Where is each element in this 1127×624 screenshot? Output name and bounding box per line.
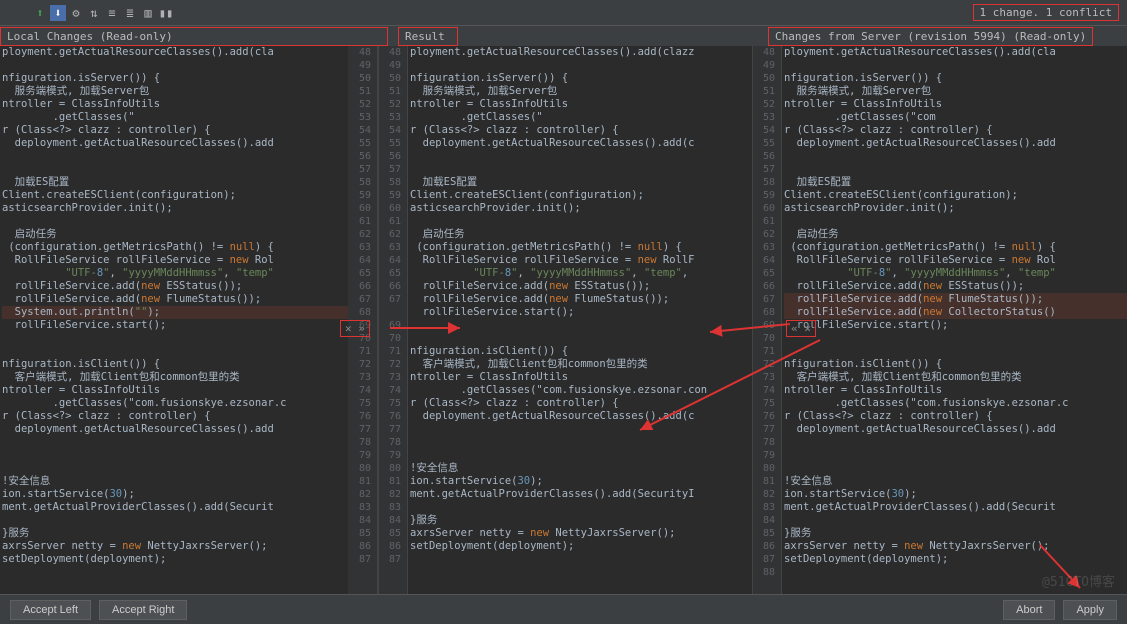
whitespace-icon[interactable]: ▥ xyxy=(140,5,156,21)
left-code[interactable]: ployment.getActualResourceClasses().add(… xyxy=(0,46,348,594)
prev-diff-icon[interactable]: ⬆ xyxy=(32,5,48,21)
watermark: @51CTO博客 xyxy=(1042,571,1115,590)
result-code[interactable]: ployment.getActualResourceClasses().add(… xyxy=(408,46,752,594)
accept-right-button[interactable]: Accept Right xyxy=(99,600,187,620)
right-gutter: 48 49 50 51 52 53 54 55 56 57 58 59 60 6… xyxy=(752,46,782,594)
change-count-badge: 1 change. 1 conflict xyxy=(973,4,1119,21)
diff-body: ployment.getActualResourceClasses().add(… xyxy=(0,46,1127,594)
result-pane: 48 49 50 51 52 53 54 55 56 57 58 59 60 6… xyxy=(378,46,752,594)
server-title: Changes from Server (revision 5994) (Rea… xyxy=(768,27,1093,46)
local-title: Local Changes (Read-only) xyxy=(0,27,388,46)
bottom-bar: Accept Left Accept Right Abort Apply xyxy=(0,594,1127,624)
merge-control-left[interactable]: ✕ » xyxy=(340,320,370,337)
pane-titles: Local Changes (Read-only) Result Changes… xyxy=(0,26,1127,46)
apply-button[interactable]: Apply xyxy=(1063,600,1117,620)
top-toolbar: ⬆ ⬇ ⚙ ⇅ ≡ ≣ ▥ ▮▮ 1 change. 1 conflict xyxy=(0,0,1127,26)
highlight-icon[interactable]: ▮▮ xyxy=(158,5,174,21)
abort-button[interactable]: Abort xyxy=(1003,600,1055,620)
next-diff-icon[interactable]: ⬇ xyxy=(50,5,66,21)
toolbar-icons: ⬆ ⬇ ⚙ ⇅ ≡ ≣ ▥ ▮▮ xyxy=(32,5,174,21)
sync-scroll-icon[interactable]: ⇅ xyxy=(86,5,102,21)
result-gutter: 48 49 50 51 52 53 54 55 56 57 58 59 60 6… xyxy=(378,46,408,594)
collapse-icon[interactable]: ≡ xyxy=(104,5,120,21)
right-code[interactable]: ployment.getActualResourceClasses().add(… xyxy=(782,46,1127,594)
result-title: Result xyxy=(398,27,458,46)
left-pane: ployment.getActualResourceClasses().add(… xyxy=(0,46,378,594)
gear-icon[interactable]: ⚙ xyxy=(68,5,84,21)
align-icon[interactable]: ≣ xyxy=(122,5,138,21)
merge-control-right[interactable]: « ✕ xyxy=(786,320,816,337)
accept-left-button[interactable]: Accept Left xyxy=(10,600,91,620)
